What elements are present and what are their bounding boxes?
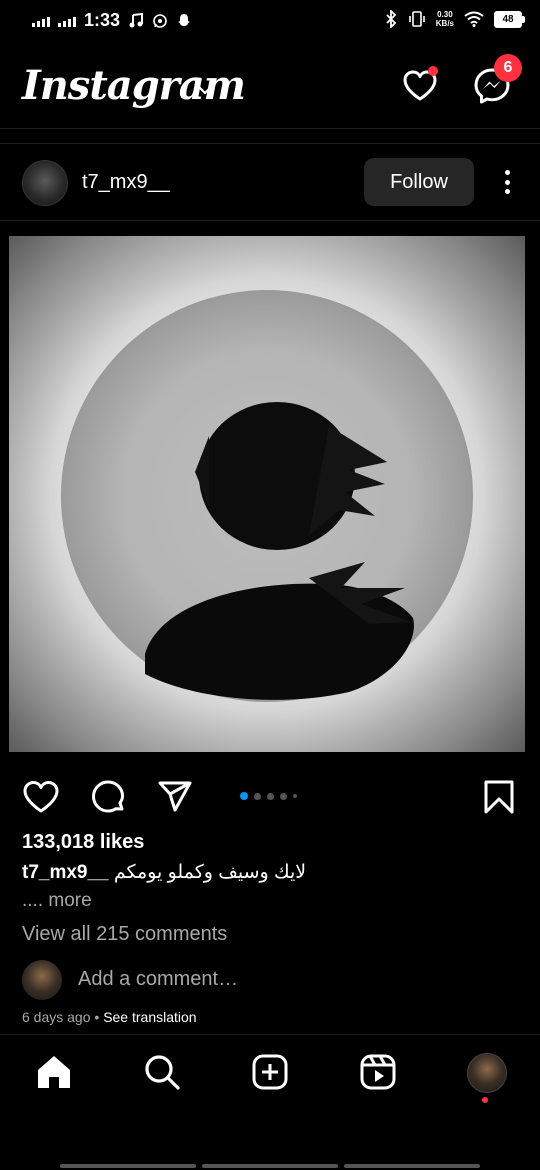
profile-notification-dot [482,1097,488,1103]
view-all-comments-link[interactable]: View all 215 comments [22,923,227,946]
wifi-icon [464,11,484,27]
activity-notification-dot [428,66,438,76]
follow-button[interactable]: Follow [364,158,474,206]
add-comment-input[interactable]: Add a comment… [78,968,238,991]
status-left: 1:33 [32,10,192,31]
current-user-avatar [22,960,62,1000]
post-header: t7_mx9__ Follow [0,156,540,210]
messages-badge: 6 [494,54,522,82]
vignette [9,236,525,752]
vibrate-icon [408,11,425,27]
comment-icon[interactable] [89,778,127,816]
carousel-dot [254,792,261,800]
carousel-dot [293,794,297,798]
post-author-avatar[interactable] [22,160,68,206]
music-icon [129,12,144,27]
see-translation-link[interactable]: See translation [103,1009,196,1025]
battery-level: 48 [502,13,514,25]
bluetooth-icon [386,10,397,28]
post-timestamp: 6 days ago • See translation [22,1009,197,1025]
divider [0,220,540,221]
divider [0,143,540,144]
snapchat-icon [178,13,191,26]
like-heart-icon[interactable] [22,778,60,816]
post-actions [0,774,540,818]
status-right: 0.30 KB/s 48 [384,10,525,28]
more-options-icon[interactable] [496,166,518,198]
caption-text: لايك وسيف وكملو يومكم [113,862,307,883]
bottom-navigation [0,1034,540,1115]
search-icon[interactable] [143,1053,181,1091]
home-icon[interactable] [35,1053,73,1091]
timestamp-separator: • [90,1009,104,1025]
signal-icon [32,15,50,27]
carousel-dot [280,792,287,800]
carousel-indicator [240,792,297,800]
carousel-dot [267,792,274,800]
post-image[interactable] [9,236,525,752]
network-speed-unit: KB/s [435,19,454,28]
instagram-feed-screen: 1:33 0.30 KB/s 48 Instagram 6 t7_mx9__ F… [0,0,540,1170]
caption-username[interactable]: t7_mx9__ [22,862,109,883]
caption-more-link[interactable]: .... more [22,890,92,912]
status-bar: 1:33 0.30 KB/s 48 [0,0,540,44]
network-speed-value: 0.30 [437,10,453,19]
profile-avatar-tab[interactable] [467,1053,507,1093]
post-time-ago: 6 days ago [22,1009,91,1025]
signal-icon [58,15,76,27]
reels-icon[interactable] [359,1053,397,1091]
carousel-dot [240,792,248,800]
send-icon[interactable] [156,778,194,816]
app-header: Instagram 6 [0,48,540,129]
gesture-navigation-bar [60,1164,480,1168]
post-artwork [9,236,525,752]
likes-count[interactable]: 133,018 likes [22,831,144,854]
add-comment-row[interactable]: Add a comment… [22,958,522,1002]
create-post-icon[interactable] [251,1053,289,1091]
bookmark-icon[interactable] [480,778,518,816]
chevron-down-icon[interactable] [197,82,213,98]
whatsapp-icon [153,13,167,28]
network-speed: 0.30 KB/s [436,10,454,28]
post-author-username[interactable]: t7_mx9__ [82,171,170,194]
status-time: 1:33 [84,10,121,30]
post-caption: t7_mx9__ لايك وسيف وكملو يومكم [22,861,306,884]
battery-icon: 48 [494,10,525,28]
